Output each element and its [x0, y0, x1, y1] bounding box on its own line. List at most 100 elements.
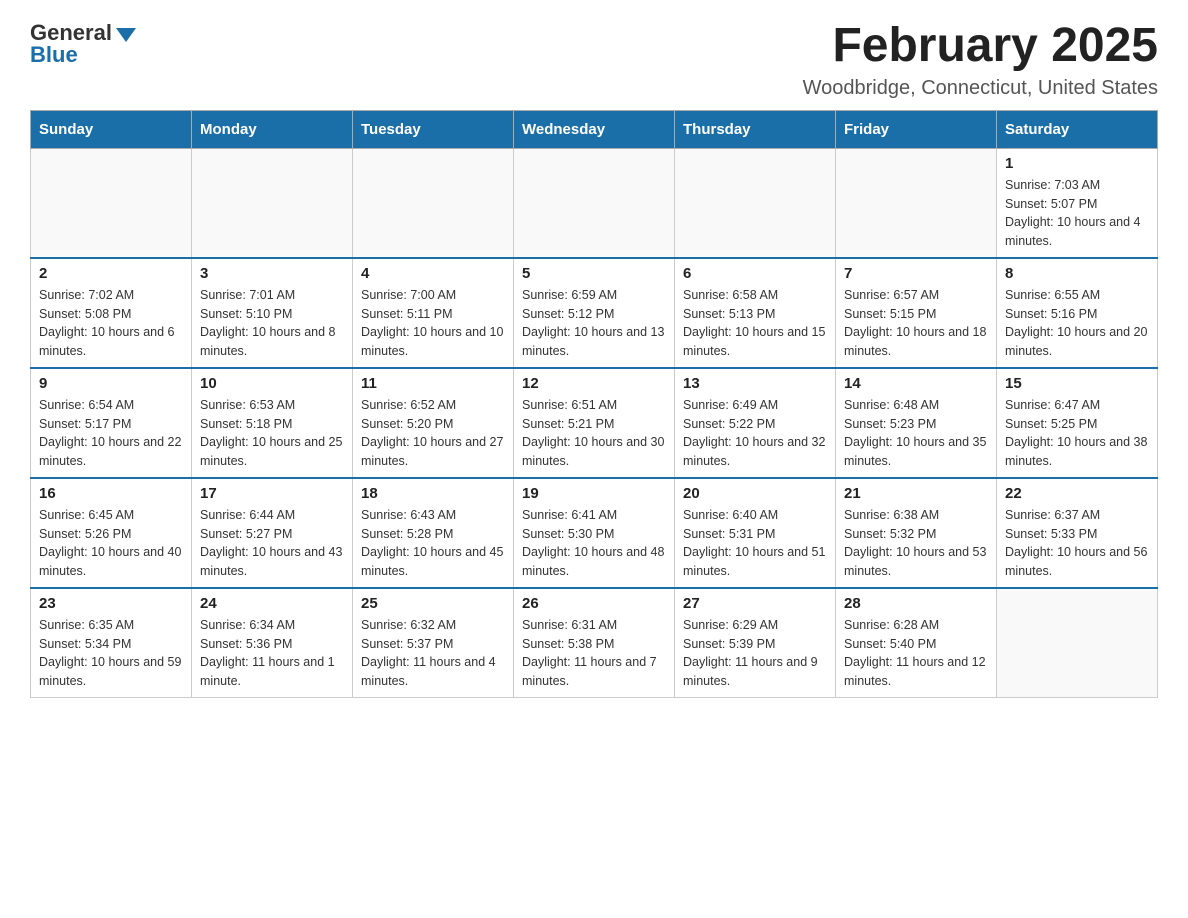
- day-number: 2: [39, 265, 183, 282]
- calendar-cell: 7 Sunrise: 6:57 AMSunset: 5:15 PMDaylight…: [836, 258, 997, 368]
- day-info: Sunrise: 6:29 AMSunset: 5:39 PMDaylight:…: [683, 616, 827, 691]
- logo-arrow-icon: [116, 28, 136, 42]
- day-number: 13: [683, 375, 827, 392]
- calendar-cell: 3 Sunrise: 7:01 AMSunset: 5:10 PMDaylight…: [192, 258, 353, 368]
- calendar-day-header: Friday: [836, 110, 997, 148]
- day-info: Sunrise: 6:45 AMSunset: 5:26 PMDaylight:…: [39, 506, 183, 581]
- calendar-cell: 14Sunrise: 6:48 AMSunset: 5:23 PMDayligh…: [836, 368, 997, 478]
- calendar-cell: 27 Sunrise: 6:29 AMSunset: 5:39 PMDayligh…: [675, 588, 836, 698]
- calendar-cell: 26Sunrise: 6:31 AMSunset: 5:38 PMDayligh…: [514, 588, 675, 698]
- day-info: Sunrise: 6:38 AMSunset: 5:32 PMDaylight:…: [844, 506, 988, 581]
- day-number: 19: [522, 485, 666, 502]
- day-info: Sunrise: 6:58 AMSunset: 5:13 PMDaylight:…: [683, 286, 827, 361]
- calendar-week-row: 2 Sunrise: 7:02 AMSunset: 5:08 PMDaylight…: [31, 258, 1158, 368]
- calendar-cell: 19Sunrise: 6:41 AMSunset: 5:30 PMDayligh…: [514, 478, 675, 588]
- day-info: Sunrise: 7:01 AMSunset: 5:10 PMDaylight:…: [200, 286, 344, 361]
- day-number: 6: [683, 265, 827, 282]
- day-info: Sunrise: 7:03 AMSunset: 5:07 PMDaylight:…: [1005, 176, 1149, 251]
- day-info: Sunrise: 6:37 AMSunset: 5:33 PMDaylight:…: [1005, 506, 1149, 581]
- day-number: 9: [39, 375, 183, 392]
- logo: General Blue: [30, 20, 136, 68]
- location-subtitle: Woodbridge, Connecticut, United States: [803, 77, 1158, 100]
- calendar-cell: 6 Sunrise: 6:58 AMSunset: 5:13 PMDaylight…: [675, 258, 836, 368]
- month-year-title: February 2025: [803, 20, 1158, 73]
- calendar-cell: [192, 148, 353, 258]
- calendar-cell: 11Sunrise: 6:52 AMSunset: 5:20 PMDayligh…: [353, 368, 514, 478]
- calendar-cell: 22 Sunrise: 6:37 AMSunset: 5:33 PMDayligh…: [997, 478, 1158, 588]
- day-info: Sunrise: 6:34 AMSunset: 5:36 PMDaylight:…: [200, 616, 344, 691]
- day-info: Sunrise: 6:47 AMSunset: 5:25 PMDaylight:…: [1005, 396, 1149, 471]
- logo-blue-text: Blue: [30, 42, 78, 68]
- day-info: Sunrise: 7:02 AMSunset: 5:08 PMDaylight:…: [39, 286, 183, 361]
- day-number: 25: [361, 595, 505, 612]
- day-number: 8: [1005, 265, 1149, 282]
- calendar-cell: 23 Sunrise: 6:35 AMSunset: 5:34 PMDayligh…: [31, 588, 192, 698]
- calendar-cell: 9 Sunrise: 6:54 AMSunset: 5:17 PMDaylight…: [31, 368, 192, 478]
- day-number: 16: [39, 485, 183, 502]
- calendar-week-row: 9 Sunrise: 6:54 AMSunset: 5:17 PMDaylight…: [31, 368, 1158, 478]
- day-info: Sunrise: 6:49 AMSunset: 5:22 PMDaylight:…: [683, 396, 827, 471]
- day-info: Sunrise: 6:51 AMSunset: 5:21 PMDaylight:…: [522, 396, 666, 471]
- calendar-cell: [31, 148, 192, 258]
- calendar-cell: [836, 148, 997, 258]
- calendar-header-row: SundayMondayTuesdayWednesdayThursdayFrid…: [31, 110, 1158, 148]
- calendar-cell: 15 Sunrise: 6:47 AMSunset: 5:25 PMDayligh…: [997, 368, 1158, 478]
- calendar-day-header: Wednesday: [514, 110, 675, 148]
- day-number: 17: [200, 485, 344, 502]
- day-number: 22: [1005, 485, 1149, 502]
- day-number: 27: [683, 595, 827, 612]
- day-info: Sunrise: 7:00 AMSunset: 5:11 PMDaylight:…: [361, 286, 505, 361]
- calendar-day-header: Saturday: [997, 110, 1158, 148]
- day-number: 3: [200, 265, 344, 282]
- calendar-cell: 25 Sunrise: 6:32 AMSunset: 5:37 PMDayligh…: [353, 588, 514, 698]
- day-info: Sunrise: 6:53 AMSunset: 5:18 PMDaylight:…: [200, 396, 344, 471]
- calendar-week-row: 16 Sunrise: 6:45 AMSunset: 5:26 PMDayligh…: [31, 478, 1158, 588]
- day-info: Sunrise: 6:55 AMSunset: 5:16 PMDaylight:…: [1005, 286, 1149, 361]
- day-info: Sunrise: 6:35 AMSunset: 5:34 PMDaylight:…: [39, 616, 183, 691]
- day-number: 11: [361, 375, 505, 392]
- day-number: 20: [683, 485, 827, 502]
- calendar-cell: 17 Sunrise: 6:44 AMSunset: 5:27 PMDayligh…: [192, 478, 353, 588]
- day-number: 24: [200, 595, 344, 612]
- calendar-day-header: Monday: [192, 110, 353, 148]
- day-number: 7: [844, 265, 988, 282]
- day-info: Sunrise: 6:44 AMSunset: 5:27 PMDaylight:…: [200, 506, 344, 581]
- calendar-cell: 4 Sunrise: 7:00 AMSunset: 5:11 PMDaylight…: [353, 258, 514, 368]
- calendar-cell: [675, 148, 836, 258]
- calendar-day-header: Thursday: [675, 110, 836, 148]
- calendar-cell: [997, 588, 1158, 698]
- day-info: Sunrise: 6:57 AMSunset: 5:15 PMDaylight:…: [844, 286, 988, 361]
- day-number: 21: [844, 485, 988, 502]
- day-number: 4: [361, 265, 505, 282]
- calendar-cell: 24 Sunrise: 6:34 AMSunset: 5:36 PMDayligh…: [192, 588, 353, 698]
- calendar-cell: 5Sunrise: 6:59 AMSunset: 5:12 PMDaylight…: [514, 258, 675, 368]
- calendar-cell: 1Sunrise: 7:03 AMSunset: 5:07 PMDaylight…: [997, 148, 1158, 258]
- day-number: 23: [39, 595, 183, 612]
- day-number: 10: [200, 375, 344, 392]
- calendar-week-row: 23 Sunrise: 6:35 AMSunset: 5:34 PMDayligh…: [31, 588, 1158, 698]
- calendar-day-header: Tuesday: [353, 110, 514, 148]
- calendar-cell: 10 Sunrise: 6:53 AMSunset: 5:18 PMDayligh…: [192, 368, 353, 478]
- day-info: Sunrise: 6:40 AMSunset: 5:31 PMDaylight:…: [683, 506, 827, 581]
- calendar-cell: [514, 148, 675, 258]
- calendar-cell: [353, 148, 514, 258]
- page-header: General Blue February 2025 Woodbridge, C…: [30, 20, 1158, 100]
- day-info: Sunrise: 6:43 AMSunset: 5:28 PMDaylight:…: [361, 506, 505, 581]
- calendar-cell: 2 Sunrise: 7:02 AMSunset: 5:08 PMDaylight…: [31, 258, 192, 368]
- day-info: Sunrise: 6:54 AMSunset: 5:17 PMDaylight:…: [39, 396, 183, 471]
- day-number: 18: [361, 485, 505, 502]
- calendar-cell: 13 Sunrise: 6:49 AMSunset: 5:22 PMDayligh…: [675, 368, 836, 478]
- day-info: Sunrise: 6:59 AMSunset: 5:12 PMDaylight:…: [522, 286, 666, 361]
- calendar-cell: 28Sunrise: 6:28 AMSunset: 5:40 PMDayligh…: [836, 588, 997, 698]
- day-info: Sunrise: 6:28 AMSunset: 5:40 PMDaylight:…: [844, 616, 988, 691]
- calendar-day-header: Sunday: [31, 110, 192, 148]
- calendar-cell: 8 Sunrise: 6:55 AMSunset: 5:16 PMDaylight…: [997, 258, 1158, 368]
- calendar-cell: 12Sunrise: 6:51 AMSunset: 5:21 PMDayligh…: [514, 368, 675, 478]
- day-info: Sunrise: 6:31 AMSunset: 5:38 PMDaylight:…: [522, 616, 666, 691]
- calendar-table: SundayMondayTuesdayWednesdayThursdayFrid…: [30, 110, 1158, 698]
- calendar-week-row: 1Sunrise: 7:03 AMSunset: 5:07 PMDaylight…: [31, 148, 1158, 258]
- calendar-cell: 21 Sunrise: 6:38 AMSunset: 5:32 PMDayligh…: [836, 478, 997, 588]
- day-info: Sunrise: 6:32 AMSunset: 5:37 PMDaylight:…: [361, 616, 505, 691]
- calendar-cell: 16 Sunrise: 6:45 AMSunset: 5:26 PMDayligh…: [31, 478, 192, 588]
- day-number: 15: [1005, 375, 1149, 392]
